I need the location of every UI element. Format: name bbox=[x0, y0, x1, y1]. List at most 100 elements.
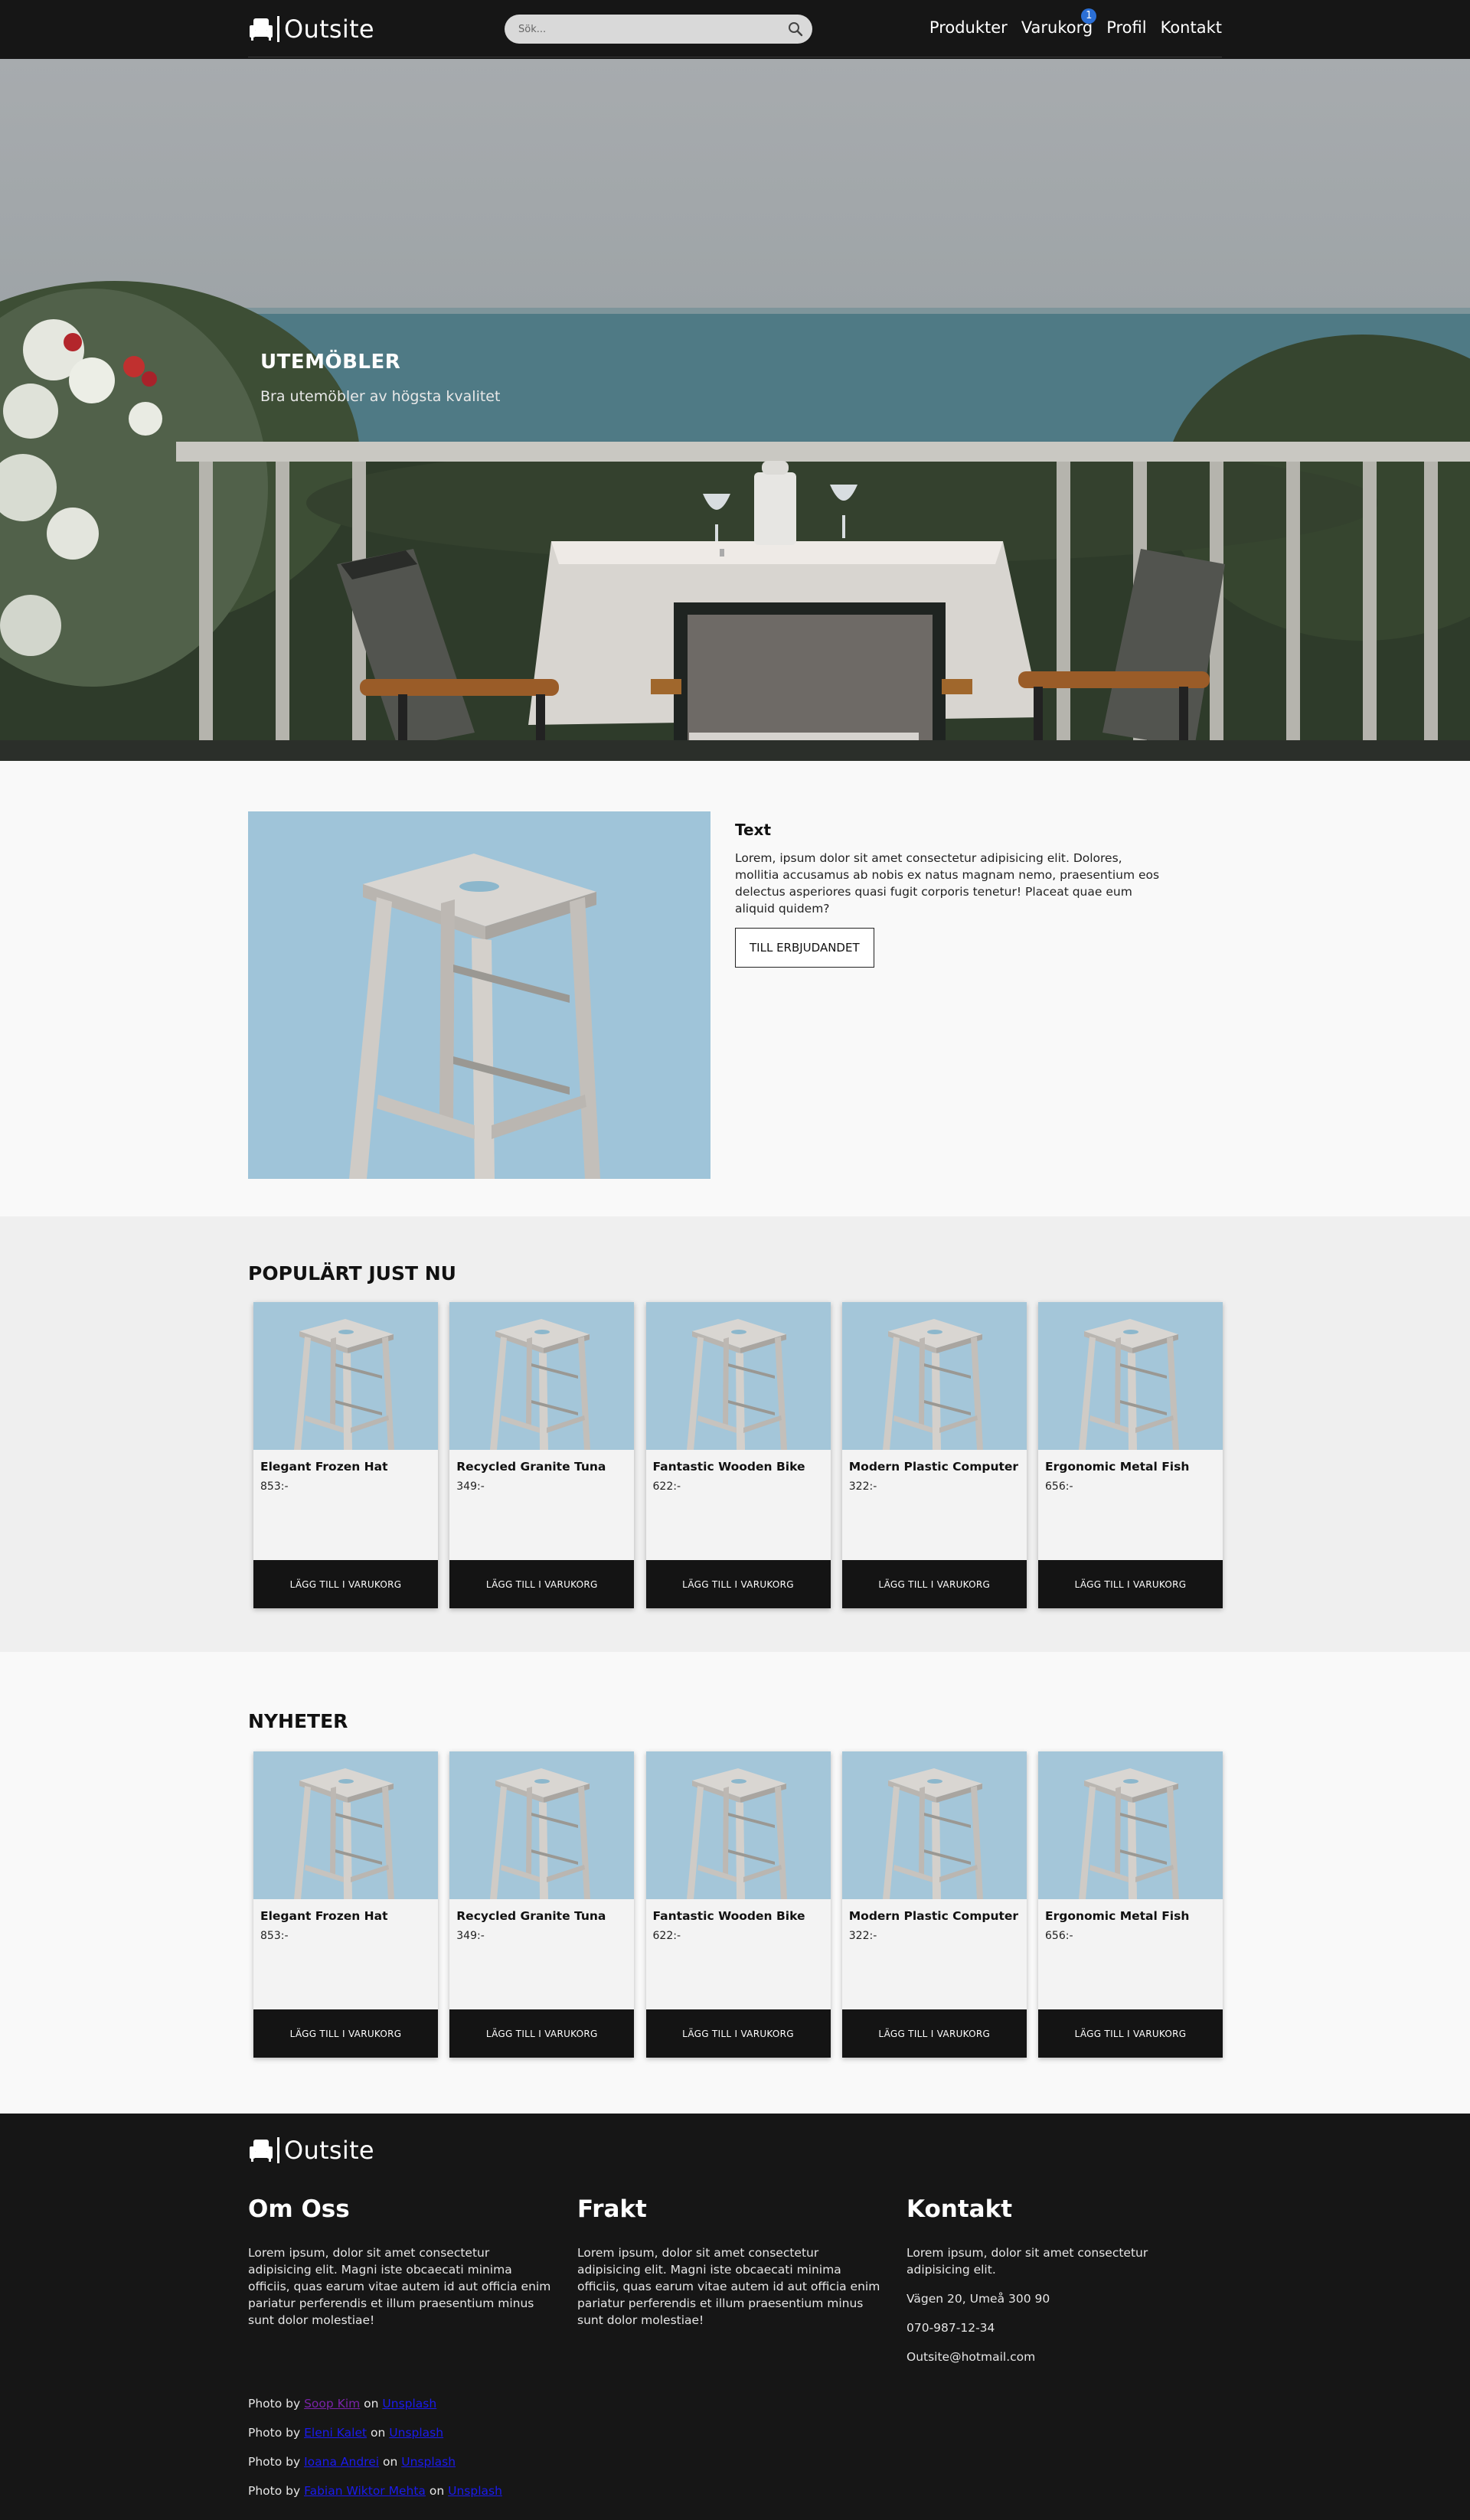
credit-site-link[interactable]: Unsplash bbox=[448, 2484, 502, 2498]
add-to-cart-button[interactable]: LÄGG TILL I VARUKORG bbox=[1038, 2009, 1223, 2058]
footer-contact: Kontakt Lorem ipsum, dolor sit amet cons… bbox=[906, 2195, 1213, 2365]
footer-about-text: Lorem ipsum, dolor sit amet consectetur … bbox=[248, 2246, 551, 2327]
add-to-cart-button[interactable]: LÄGG TILL I VARUKORG bbox=[1038, 1560, 1223, 1608]
search-input[interactable] bbox=[518, 21, 771, 37]
news-title: NYHETER bbox=[248, 1710, 348, 1732]
product-image bbox=[253, 1751, 438, 1899]
footer-contact-title: Kontakt bbox=[906, 2195, 1013, 2223]
credit-author-link[interactable]: Ioana Andrei bbox=[304, 2455, 379, 2469]
credit-site-link[interactable]: Unsplash bbox=[389, 2426, 443, 2440]
product-card[interactable]: Modern Plastic Computer 322:- LÄGG TILL … bbox=[841, 1302, 1027, 1608]
credit-site-link[interactable]: Unsplash bbox=[401, 2455, 456, 2469]
product-name: Fantastic Wooden Bike bbox=[652, 1909, 805, 1923]
contact-address: Vägen 20, Umeå 300 90 bbox=[906, 2292, 1050, 2306]
logo-divider bbox=[277, 2137, 279, 2163]
product-card[interactable]: Recycled Granite Tuna 349:- LÄGG TILL I … bbox=[449, 1751, 635, 2058]
footer-shipping-text: Lorem ipsum, dolor sit amet consectetur … bbox=[577, 2246, 880, 2327]
photo-credit: Photo by Soop Kim on Unsplash bbox=[248, 2389, 502, 2418]
credit-joiner: on bbox=[429, 2484, 445, 2498]
popular-section: POPULÄRT JUST NU Elegant Frozen Hat 853:… bbox=[0, 1216, 1470, 1652]
nav-link-kontakt[interactable]: Kontakt bbox=[1161, 18, 1222, 37]
add-to-cart-button[interactable]: LÄGG TILL I VARUKORG bbox=[253, 2009, 438, 2058]
logo-text: Outsite bbox=[284, 2136, 374, 2165]
product-card[interactable]: Fantastic Wooden Bike 622:- LÄGG TILL I … bbox=[645, 1751, 831, 2058]
nav-link-produkter[interactable]: Produkter bbox=[929, 18, 1008, 37]
site-logo[interactable]: Outsite bbox=[248, 15, 374, 44]
cart-count-badge: 1 bbox=[1081, 8, 1097, 24]
credit-prefix: Photo by bbox=[248, 2455, 301, 2469]
add-to-cart-button[interactable]: LÄGG TILL I VARUKORG bbox=[841, 1560, 1027, 1608]
footer-about: Om Oss Lorem ipsum, dolor sit amet conse… bbox=[248, 2195, 554, 2329]
search-icon[interactable] bbox=[788, 21, 803, 37]
contact-phone: 070-987-12-34 bbox=[906, 2321, 995, 2335]
footer: Outsite Om Oss Lorem ipsum, dolor sit am… bbox=[0, 2114, 1470, 2520]
nav-link-profil[interactable]: Profil bbox=[1106, 18, 1146, 37]
add-to-cart-button[interactable]: LÄGG TILL I VARUKORG bbox=[645, 1560, 831, 1608]
nav-link-varukorg-label: Varukorg bbox=[1021, 18, 1093, 37]
nav-link-varukorg[interactable]: Varukorg 1 bbox=[1021, 8, 1097, 37]
product-name: Ergonomic Metal Fish bbox=[1045, 1909, 1190, 1923]
product-card[interactable]: Fantastic Wooden Bike 622:- LÄGG TILL I … bbox=[645, 1302, 831, 1608]
product-image bbox=[645, 1302, 831, 1450]
product-name: Modern Plastic Computer bbox=[848, 1909, 1019, 1923]
search-bar bbox=[505, 15, 812, 44]
product-card[interactable]: Modern Plastic Computer 322:- LÄGG TILL … bbox=[841, 1751, 1027, 2058]
navbar-inner: Outsite Produkter Varukorg 1 Profil Kont… bbox=[248, 0, 1222, 59]
product-name: Modern Plastic Computer bbox=[848, 1460, 1019, 1474]
credit-author-link[interactable]: Eleni Kalet bbox=[304, 2426, 367, 2440]
product-card[interactable]: Recycled Granite Tuna 349:- LÄGG TILL I … bbox=[449, 1302, 635, 1608]
hero-subtitle: Bra utemöbler av högsta kvalitet bbox=[260, 388, 501, 405]
credit-site-link[interactable]: Unsplash bbox=[382, 2397, 436, 2411]
hero-terrace-image bbox=[0, 281, 1470, 761]
hero-title: UTEMÖBLER bbox=[260, 351, 401, 374]
footer-about-title: Om Oss bbox=[248, 2195, 350, 2223]
product-card[interactable]: Elegant Frozen Hat 853:- LÄGG TILL I VAR… bbox=[253, 1302, 438, 1608]
offer-button[interactable]: TILL ERBJUDANDET bbox=[735, 928, 874, 968]
stool-illustration bbox=[449, 1302, 635, 1450]
product-price: 349:- bbox=[456, 1930, 485, 1942]
product-price: 322:- bbox=[848, 1480, 877, 1493]
credit-prefix: Photo by bbox=[248, 2397, 301, 2411]
feature-text-block: Text Lorem, ipsum dolor sit amet consect… bbox=[735, 821, 1164, 968]
product-price: 853:- bbox=[260, 1930, 289, 1942]
stool-illustration bbox=[841, 1751, 1027, 1899]
photo-credit: Photo by Eleni Kalet on Unsplash bbox=[248, 2418, 502, 2447]
product-card[interactable]: Ergonomic Metal Fish 656:- LÄGG TILL I V… bbox=[1038, 1302, 1223, 1608]
credit-author-link[interactable]: Fabian Wiktor Mehta bbox=[304, 2484, 426, 2498]
footer-logo[interactable]: Outsite bbox=[248, 2136, 374, 2165]
credit-author-link[interactable]: Soop Kim bbox=[304, 2397, 360, 2411]
logo-divider bbox=[277, 16, 279, 42]
add-to-cart-button[interactable]: LÄGG TILL I VARUKORG bbox=[841, 2009, 1027, 2058]
stool-illustration bbox=[253, 1751, 438, 1899]
popular-product-list: Elegant Frozen Hat 853:- LÄGG TILL I VAR… bbox=[253, 1302, 1223, 1608]
product-image bbox=[449, 1751, 635, 1899]
logo-text: Outsite bbox=[284, 15, 374, 44]
footer-shipping: Frakt Lorem ipsum, dolor sit amet consec… bbox=[577, 2195, 884, 2329]
stool-illustration bbox=[253, 1302, 438, 1450]
feature-stool-image bbox=[248, 811, 710, 1179]
footer-shipping-title: Frakt bbox=[577, 2195, 647, 2223]
popular-title: POPULÄRT JUST NU bbox=[248, 1262, 456, 1284]
credit-prefix: Photo by bbox=[248, 2484, 301, 2498]
add-to-cart-button[interactable]: LÄGG TILL I VARUKORG bbox=[449, 1560, 635, 1608]
credit-joiner: on bbox=[364, 2397, 379, 2411]
add-to-cart-button[interactable]: LÄGG TILL I VARUKORG bbox=[253, 1560, 438, 1608]
product-name: Elegant Frozen Hat bbox=[260, 1909, 388, 1923]
main-nav: Produkter Varukorg 1 Profil Kontakt bbox=[916, 8, 1222, 37]
product-price: 656:- bbox=[1045, 1930, 1073, 1942]
product-name: Recycled Granite Tuna bbox=[456, 1460, 606, 1474]
product-price: 656:- bbox=[1045, 1480, 1073, 1493]
add-to-cart-button[interactable]: LÄGG TILL I VARUKORG bbox=[645, 2009, 831, 2058]
add-to-cart-button[interactable]: LÄGG TILL I VARUKORG bbox=[449, 2009, 635, 2058]
feature-body: Lorem, ipsum dolor sit amet consectetur … bbox=[735, 851, 1160, 916]
armchair-logo-icon bbox=[250, 18, 273, 41]
product-name: Recycled Granite Tuna bbox=[456, 1909, 606, 1923]
product-image bbox=[1038, 1751, 1223, 1899]
product-card[interactable]: Elegant Frozen Hat 853:- LÄGG TILL I VAR… bbox=[253, 1751, 438, 2058]
credit-joiner: on bbox=[371, 2426, 386, 2440]
product-image bbox=[253, 1302, 438, 1450]
feature-offer: Text Lorem, ipsum dolor sit amet consect… bbox=[0, 761, 1470, 1216]
navbar: Outsite Produkter Varukorg 1 Profil Kont… bbox=[0, 0, 1470, 59]
product-card[interactable]: Ergonomic Metal Fish 656:- LÄGG TILL I V… bbox=[1038, 1751, 1223, 2058]
contact-email[interactable]: Outsite@hotmail.com bbox=[906, 2349, 1213, 2365]
